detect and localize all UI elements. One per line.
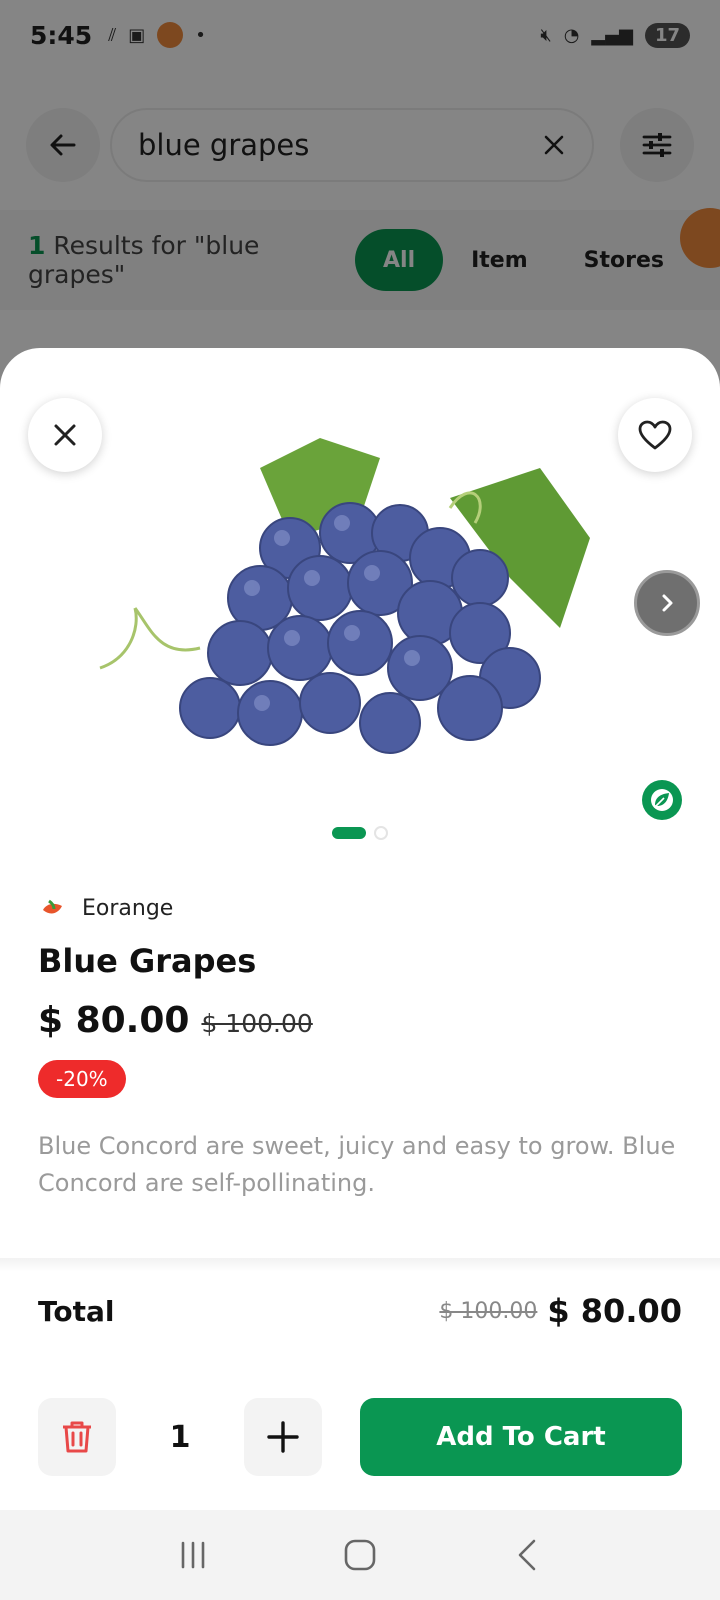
store-logo-icon	[43, 899, 62, 913]
trash-icon	[63, 1421, 91, 1453]
total-row: Total $ 100.00 $ 80.00	[38, 1292, 682, 1330]
next-image-button[interactable]	[634, 570, 700, 636]
home-button[interactable]	[330, 1525, 390, 1585]
favorite-button[interactable]	[618, 398, 692, 472]
back-chevron-icon	[518, 1539, 535, 1571]
product-detail-sheet: Eorange Blue Grapes $ 80.00 $ 100.00 -20…	[0, 348, 720, 1510]
leaf-icon	[651, 789, 673, 811]
image-pager-dots	[332, 826, 388, 840]
discount-badge: -20%	[38, 1060, 126, 1098]
add-to-cart-button[interactable]: Add To Cart	[360, 1398, 682, 1476]
close-sheet-button[interactable]	[28, 398, 102, 472]
total-old-price: $ 100.00	[439, 1298, 538, 1324]
navigation-bar	[0, 1510, 720, 1600]
product-description: Blue Concord are sweet, juicy and easy t…	[38, 1132, 676, 1197]
product-old-price: $ 100.00	[201, 1009, 313, 1038]
pager-dot-active[interactable]	[332, 827, 366, 839]
total-price: $ 80.00	[547, 1292, 682, 1330]
pager-dot[interactable]	[374, 826, 388, 840]
cart-action-row: 1 Add To Cart	[38, 1398, 682, 1476]
home-icon	[344, 1539, 376, 1571]
back-nav-button[interactable]	[497, 1525, 557, 1585]
increase-quantity-button[interactable]	[244, 1398, 322, 1476]
heart-icon	[638, 420, 672, 450]
plus-icon	[267, 1421, 299, 1453]
product-name: Blue Grapes	[38, 942, 257, 980]
total-label: Total	[38, 1294, 115, 1328]
store-name: Eorange	[82, 896, 174, 921]
chevron-right-icon	[662, 594, 673, 612]
recent-apps-button[interactable]	[163, 1525, 223, 1585]
veg-badge	[642, 780, 682, 820]
product-image	[99, 438, 590, 754]
store-row[interactable]: Eorange	[40, 896, 173, 921]
delete-item-button[interactable]	[38, 1398, 116, 1476]
divider	[0, 1258, 720, 1272]
price-row: $ 80.00 $ 100.00	[38, 1000, 313, 1041]
recent-apps-icon	[182, 1541, 205, 1569]
close-icon	[54, 424, 76, 446]
quantity-value: 1	[169, 1419, 191, 1455]
product-price: $ 80.00	[38, 1000, 190, 1041]
